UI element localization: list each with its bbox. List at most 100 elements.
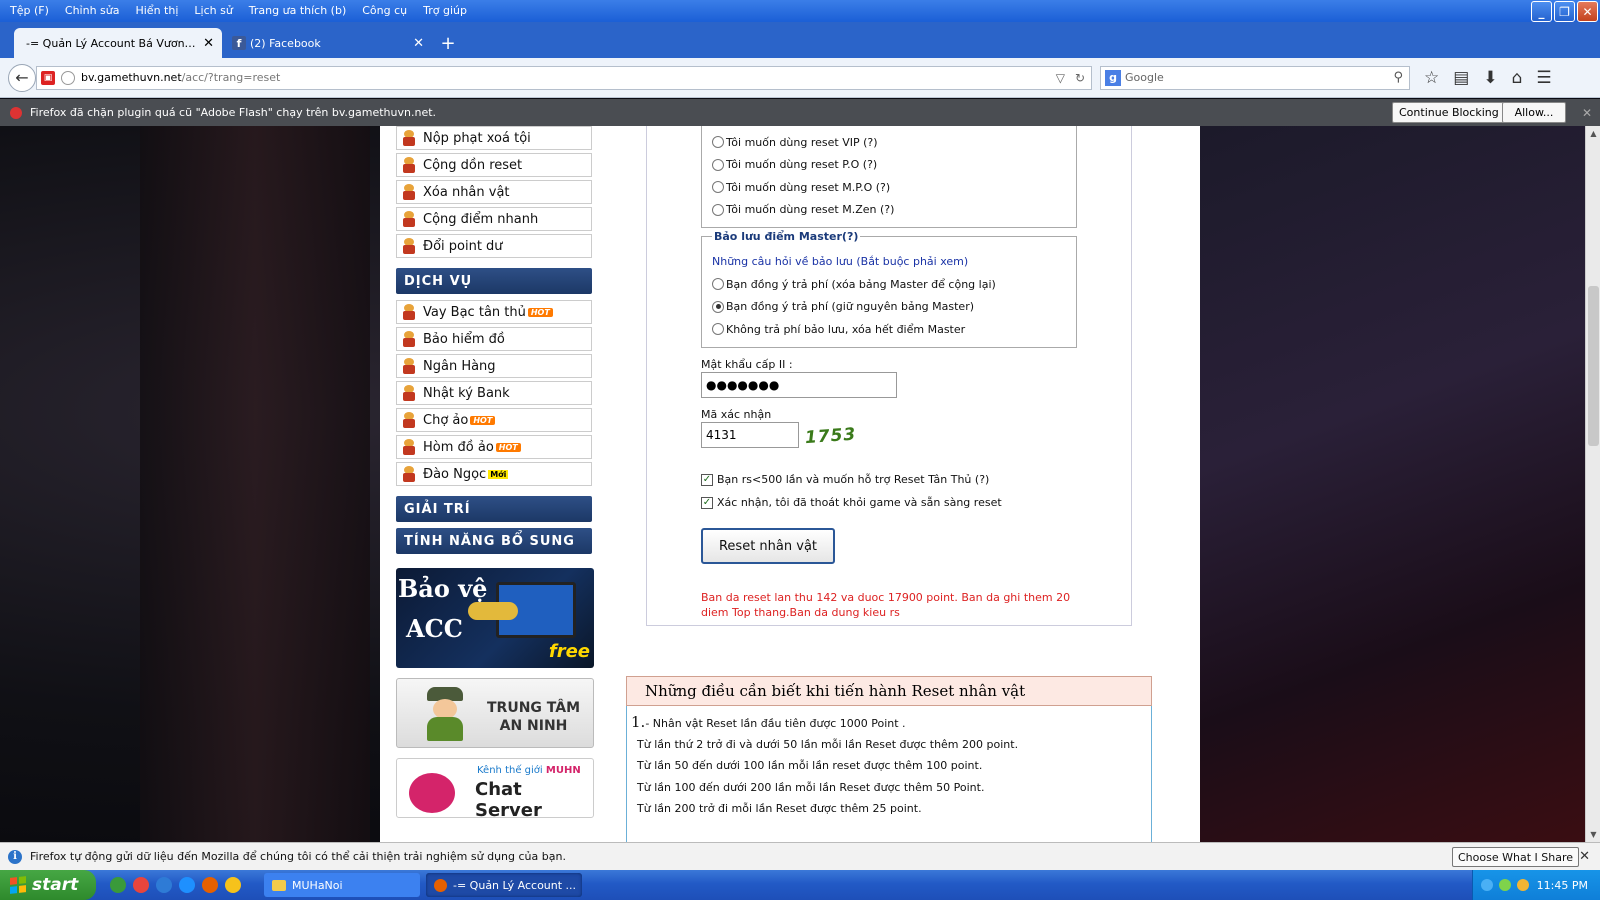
google-search-engine-icon[interactable]: g — [1105, 69, 1121, 86]
close-notification-icon[interactable]: ✕ — [1582, 106, 1592, 120]
tab-strip: -= Quản Lý Account Bá Vương =- ... ✕ f (… — [0, 22, 1600, 58]
volume-icon[interactable] — [1517, 879, 1529, 891]
sidebar-item-cong-don-reset[interactable]: Cộng dồn reset — [396, 153, 592, 177]
search-icon[interactable]: ⚲ — [1393, 70, 1403, 85]
reset-option-mpo[interactable]: Tôi muốn dùng reset M.P.O (?) — [712, 176, 894, 199]
url-bar[interactable]: ▣ bv.gamethuvn.net/acc/?trang=reset ▽ ↻ — [36, 65, 1092, 90]
sidebar-item-xoa-nhan-vat[interactable]: Xóa nhân vật — [396, 180, 592, 204]
reset-option-mzen[interactable]: Tôi muốn dùng reset M.Zen (?) — [712, 199, 894, 222]
newbie-reset-checkbox-row[interactable]: ✓ Bạn rs<500 lần và muốn hỗ trợ Reset Tâ… — [701, 473, 989, 486]
captcha-input[interactable]: 4131 — [701, 422, 799, 448]
scroll-up-icon[interactable]: ▲ — [1586, 126, 1600, 141]
minimize-icon[interactable]: _ — [1531, 1, 1552, 22]
radio-button-selected[interactable] — [712, 300, 724, 313]
menu-edit[interactable]: Chỉnh sửa — [57, 0, 128, 22]
search-bar[interactable]: g Google ⚲ — [1100, 65, 1410, 90]
vertical-scrollbar[interactable]: ▲ ▼ — [1585, 126, 1600, 842]
menu-bookmarks[interactable]: Trang ưa thích (b) — [241, 0, 354, 22]
bao-ve-acc-banner[interactable]: Bảo vệ ACC free — [396, 568, 594, 668]
master-option-keep[interactable]: Bạn đồng ý trả phí (giữ nguyên bảng Mast… — [712, 296, 996, 319]
chat-server-banner[interactable]: Kênh thế giới MUHN Chat Server — [396, 758, 594, 818]
task-muhanoi[interactable]: MUHaNoi — [264, 873, 420, 897]
quick-launch — [110, 877, 241, 893]
captcha-label: Mã xác nhận — [701, 408, 772, 421]
sidebar-item-nhat-ky-bank[interactable]: Nhật ký Bank — [396, 381, 592, 405]
tab-quan-ly-account[interactable]: -= Quản Lý Account Bá Vương =- ... ✕ — [14, 28, 222, 58]
new-badge: Mới — [488, 469, 509, 479]
menu-help[interactable]: Trợ giúp — [415, 0, 475, 22]
checkbox-checked[interactable]: ✓ — [701, 473, 713, 486]
radio-button[interactable] — [712, 278, 724, 291]
app-icon[interactable] — [156, 877, 172, 893]
messenger-icon[interactable] — [225, 877, 241, 893]
allow-button[interactable]: Allow... — [1502, 102, 1566, 123]
option-label: Bạn đồng ý trả phí (xóa bảng Master để c… — [726, 277, 996, 291]
task-firefox-window[interactable]: -= Quản Lý Account ... — [426, 873, 582, 897]
start-button[interactable]: start — [0, 870, 96, 900]
sidebar-item-doi-point-du[interactable]: Đổi point dư — [396, 234, 592, 258]
firefox-icon[interactable] — [202, 877, 218, 893]
sidebar-item-hom-do-ao[interactable]: Hòm đồ ảo HOT — [396, 435, 592, 459]
menu-file[interactable]: Tệp (F) — [2, 0, 57, 22]
radio-button[interactable] — [712, 181, 724, 194]
tab-facebook[interactable]: f (2) Facebook ✕ — [224, 28, 432, 58]
confirm-exit-checkbox-row[interactable]: ✓ Xác nhận, tôi đã thoát khỏi game và sẵ… — [701, 496, 1002, 509]
chrome-icon[interactable] — [133, 877, 149, 893]
continue-blocking-button[interactable]: Continue Blocking — [1392, 102, 1506, 123]
giai-tri-header[interactable]: GIẢI TRÍ — [396, 496, 592, 522]
data-sharing-notification: i Firefox tự động gửi dữ liệu đến Mozill… — [0, 842, 1600, 870]
radio-button[interactable] — [712, 158, 724, 171]
radio-button[interactable] — [712, 203, 724, 216]
dich-vu-header[interactable]: DỊCH VỤ — [396, 268, 592, 294]
tab-close-icon[interactable]: ✕ — [413, 36, 424, 51]
reset-option-vip[interactable]: Tôi muốn dùng reset VIP (?) — [712, 131, 894, 154]
mascot-icon — [401, 411, 417, 429]
master-faq-link[interactable]: Những câu hỏi về bảo lưu (Bắt buộc phải … — [712, 255, 968, 268]
radio-button[interactable] — [712, 323, 724, 336]
dropdown-arrow-icon[interactable]: ▽ — [1056, 71, 1065, 85]
menu-tools[interactable]: Công cụ — [354, 0, 415, 22]
trung-tam-an-ninh-banner[interactable]: TRUNG TÂM AN NINH — [396, 678, 594, 748]
scrollbar-thumb[interactable] — [1588, 286, 1599, 446]
close-icon[interactable]: ✕ — [1577, 1, 1598, 22]
back-arrow-icon[interactable]: ← — [8, 63, 36, 92]
tray-app-icon[interactable] — [1499, 879, 1511, 891]
radio-button[interactable] — [712, 136, 724, 149]
ie-icon[interactable] — [179, 877, 195, 893]
password-field[interactable]: ●●●●●●● — [701, 372, 897, 398]
choose-what-i-share-button[interactable]: Choose What I Share — [1452, 847, 1579, 867]
scroll-down-icon[interactable]: ▼ — [1586, 827, 1600, 842]
network-icon[interactable] — [1481, 879, 1493, 891]
site-identity-icon[interactable] — [61, 70, 75, 85]
sidebar-item-bao-hiem-do[interactable]: Bảo hiểm đồ — [396, 327, 592, 351]
sidebar-item-ngan-hang[interactable]: Ngân Hàng — [396, 354, 592, 378]
app-icon[interactable] — [110, 877, 126, 893]
download-icon[interactable]: ⬇ — [1483, 68, 1497, 88]
master-option-nofee[interactable]: Không trả phí bảo lưu, xóa hết điểm Mast… — [712, 318, 996, 341]
restore-icon[interactable]: ❐ — [1554, 1, 1575, 22]
master-legend[interactable]: Bảo lưu điểm Master(?) — [712, 230, 861, 243]
sidebar-item-dao-ngoc[interactable]: Đào Ngọc Mới — [396, 462, 592, 486]
menu-hamburger-icon[interactable]: ☰ — [1536, 68, 1551, 88]
navigation-bar: ← ▣ bv.gamethuvn.net/acc/?trang=reset ▽ … — [0, 58, 1600, 98]
home-icon[interactable]: ⌂ — [1512, 68, 1523, 88]
new-tab-icon[interactable]: + — [434, 28, 462, 58]
blocked-plugin-icon[interactable]: ▣ — [41, 70, 55, 85]
sidebar-item-nop-phat[interactable]: Nộp phạt xoá tội — [396, 126, 592, 150]
bookmark-star-icon[interactable]: ☆ — [1424, 68, 1439, 88]
reading-list-icon[interactable]: ▤ — [1453, 68, 1469, 88]
master-option-reset[interactable]: Bạn đồng ý trả phí (xóa bảng Master để c… — [712, 273, 996, 296]
reset-character-button[interactable]: Reset nhân vật — [701, 528, 835, 564]
sidebar-item-cho-ao[interactable]: Chợ ảo HOT — [396, 408, 592, 432]
reset-option-po[interactable]: Tôi muốn dùng reset P.O (?) — [712, 154, 894, 177]
menu-view[interactable]: Hiển thị — [127, 0, 186, 22]
sidebar-item-cong-diem-nhanh[interactable]: Cộng điểm nhanh — [396, 207, 592, 231]
tinh-nang-bo-sung-header[interactable]: TÍNH NĂNG BỔ SUNG — [396, 528, 592, 554]
reload-icon[interactable]: ↻ — [1075, 71, 1085, 85]
close-icon[interactable]: ✕ — [1579, 849, 1590, 864]
sidebar-item-vay-bac[interactable]: Vay Bạc tân thủ HOT — [396, 300, 592, 324]
checkbox-checked[interactable]: ✓ — [701, 496, 713, 509]
tab-close-icon[interactable]: ✕ — [203, 36, 214, 51]
info-icon: i — [8, 849, 22, 864]
menu-history[interactable]: Lịch sử — [186, 0, 240, 22]
